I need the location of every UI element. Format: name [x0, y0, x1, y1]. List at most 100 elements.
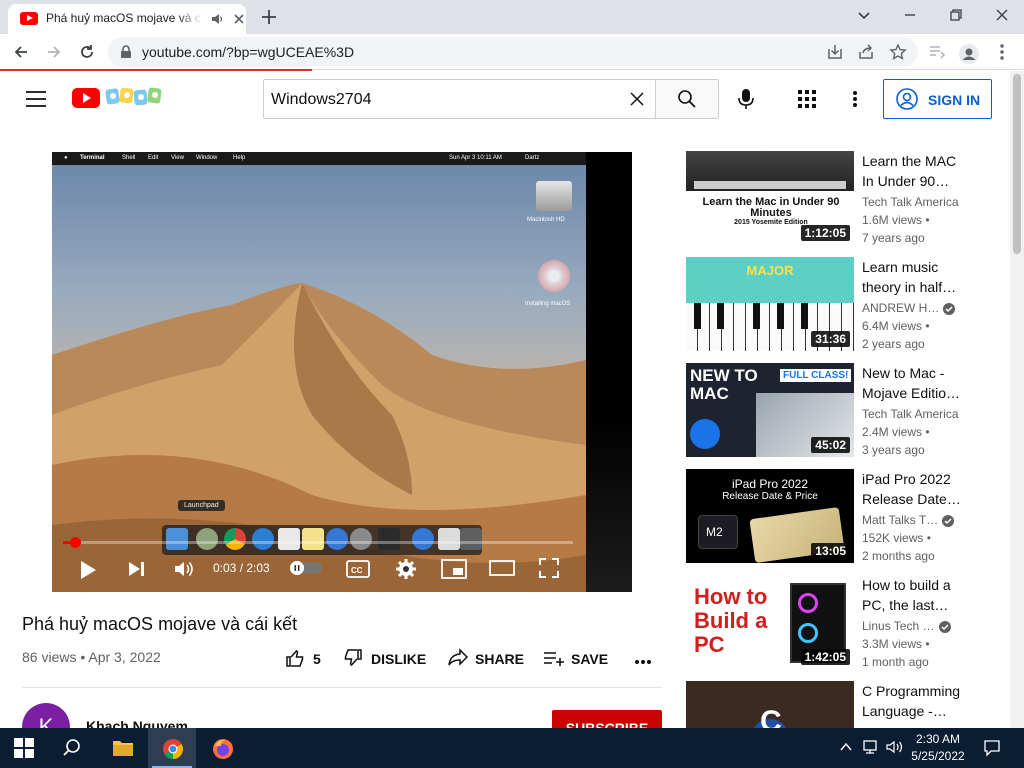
voice-search-icon[interactable] — [737, 88, 755, 110]
browser-toolbar: youtube.com/?bp=wgUCEAE%3D — [0, 34, 1024, 70]
installer-disk-icon — [538, 260, 570, 292]
recommended-title[interactable]: Learn music theory in half… — [862, 257, 962, 297]
recommended-video[interactable]: How to Build a PC 1:42:05 How to build a… — [686, 575, 966, 675]
mac-menu-item: Terminal — [80, 155, 105, 161]
youtube-logo-icon[interactable] — [72, 88, 100, 108]
dislike-label: DISLIKE — [371, 651, 427, 667]
video-thumbnail[interactable]: NEW TO MAC FULL CLASS! 45:02 — [686, 363, 854, 457]
video-thumbnail[interactable]: C — [686, 681, 854, 728]
page-scrollbar[interactable] — [1010, 71, 1024, 728]
recommended-channel-row[interactable]: ANDREW H… — [862, 301, 956, 315]
settings-gear-icon[interactable] — [395, 558, 417, 580]
browser-tab[interactable]: Phá huỷ macOS mojave và cái kết — [8, 4, 246, 34]
video-thumbnail[interactable]: Learn the Mac in Under 90 Minutes 2015 Y… — [686, 151, 854, 245]
network-icon[interactable] — [862, 739, 880, 755]
play-icon[interactable] — [79, 560, 97, 580]
video-duration: 31:36 — [811, 331, 850, 347]
volume-icon[interactable] — [173, 559, 195, 579]
recommended-video[interactable]: C C Programming Language -… — [686, 681, 966, 728]
recommended-video[interactable]: iPad Pro 2022 Release Date & Price M2 13… — [686, 469, 966, 569]
calendar-icon — [278, 528, 300, 550]
share-page-icon[interactable] — [857, 43, 875, 61]
recommended-title[interactable]: C Programming Language -… — [862, 681, 962, 721]
search-icon — [63, 739, 80, 756]
recommended-title[interactable]: New to Mac - Mojave Editio… — [862, 363, 962, 403]
youtube-doodle-icon[interactable] — [104, 85, 166, 109]
miniplayer-icon[interactable] — [441, 559, 467, 579]
notifications-icon[interactable] — [983, 739, 1001, 757]
autoplay-toggle-icon[interactable] — [290, 561, 322, 575]
video-thumbnail[interactable]: iPad Pro 2022 Release Date & Price M2 13… — [686, 469, 854, 563]
taskbar-firefox[interactable] — [198, 728, 246, 768]
video-thumbnail[interactable]: How to Build a PC 1:42:05 — [686, 575, 854, 669]
chrome-menu-icon[interactable] — [994, 43, 1010, 61]
new-tab-icon[interactable] — [259, 7, 279, 27]
speaker-icon[interactable] — [210, 12, 224, 26]
back-arrow-icon[interactable] — [12, 43, 30, 61]
recommended-age: 2 months ago — [862, 549, 935, 563]
hamburger-menu-icon[interactable] — [26, 91, 46, 107]
reading-list-icon[interactable] — [928, 43, 946, 61]
sign-in-button[interactable]: SIGN IN — [883, 79, 992, 119]
mac-clock: Sun Apr 3 10:11 AM — [449, 155, 502, 161]
start-button[interactable] — [0, 728, 48, 768]
video-thumbnail[interactable]: MAJOR 31:36 — [686, 257, 854, 351]
address-bar[interactable]: youtube.com/?bp=wgUCEAE%3D — [108, 37, 918, 67]
recommended-video[interactable]: NEW TO MAC FULL CLASS! 45:02 New to Mac … — [686, 363, 966, 463]
clear-search-icon[interactable] — [629, 91, 645, 107]
recommended-title[interactable]: Learn the MAC In Under 90… — [862, 151, 962, 191]
recommended-channel-row[interactable]: Linus Tech … — [862, 619, 951, 633]
close-window-icon[interactable] — [994, 7, 1010, 23]
browser-tabstrip: Phá huỷ macOS mojave và cái kết — [0, 0, 1024, 34]
recommended-channel-row[interactable]: Matt Talks T… — [862, 513, 955, 527]
chrome-dock-icon — [224, 528, 246, 550]
recommended-video[interactable]: Learn the Mac in Under 90 Minutes 2015 Y… — [686, 151, 966, 251]
fullscreen-icon[interactable] — [539, 558, 559, 578]
search-input[interactable]: Windows2704 — [263, 79, 656, 119]
recommended-title[interactable]: iPad Pro 2022 Release Date… — [862, 469, 962, 509]
tray-clock-time[interactable]: 2:30 AM — [906, 732, 970, 746]
forward-arrow-icon[interactable] — [45, 43, 63, 61]
volume-tray-icon[interactable] — [886, 739, 904, 755]
profile-icon[interactable] — [958, 43, 980, 65]
close-tab-icon[interactable] — [232, 12, 246, 26]
recommended-channel[interactable]: Tech Talk America — [862, 195, 959, 209]
section-divider — [22, 687, 662, 688]
restore-icon[interactable] — [948, 7, 964, 23]
taskbar-search-button[interactable] — [48, 728, 96, 768]
apps-grid-icon[interactable] — [798, 90, 816, 108]
settings-more-icon[interactable] — [852, 90, 858, 108]
tab-search-icon[interactable] — [856, 7, 872, 23]
finder-icon — [166, 528, 188, 550]
recommended-channel[interactable]: Tech Talk America — [862, 407, 959, 421]
recommended-views: 3.3M views • — [862, 637, 930, 651]
youtube-favicon-icon — [20, 12, 38, 25]
bookmark-star-icon[interactable] — [889, 43, 907, 61]
tray-overflow-chevron-icon[interactable] — [840, 742, 852, 752]
scrollbar-thumb[interactable] — [1013, 74, 1021, 254]
theater-mode-icon[interactable] — [489, 560, 515, 576]
reload-icon[interactable] — [78, 43, 96, 61]
more-actions-icon[interactable] — [634, 659, 652, 665]
search-button[interactable] — [655, 79, 719, 119]
lock-icon[interactable] — [120, 45, 132, 59]
tray-clock-date[interactable]: 5/25/2022 — [906, 749, 970, 763]
search-query-text: Windows2704 — [271, 91, 372, 108]
video-timecode: 0:03 / 2:03 — [213, 561, 270, 575]
recommended-video[interactable]: MAJOR 31:36 Learn music theory in half… … — [686, 257, 966, 357]
recommended-channel: ANDREW H… — [862, 301, 940, 315]
minimize-icon[interactable] — [902, 7, 918, 23]
video-progress-bar[interactable] — [63, 537, 573, 548]
next-icon[interactable] — [127, 560, 145, 578]
recommended-title[interactable]: How to build a PC, the last… — [862, 575, 962, 615]
video-player[interactable]: Macintosh HD Installing macOS ● Terminal… — [52, 152, 632, 592]
install-app-icon[interactable] — [826, 43, 844, 61]
windows-logo-icon — [14, 738, 34, 758]
taskbar-file-explorer[interactable] — [98, 728, 146, 768]
thumbnail-text: How to Build a PC — [694, 584, 768, 657]
captions-icon[interactable]: CC — [346, 560, 370, 578]
taskbar-chrome[interactable] — [148, 728, 196, 768]
progress-scrubber-handle[interactable] — [70, 537, 81, 548]
recommended-views: 152K views • — [862, 531, 931, 545]
mac-menu-item: View — [171, 155, 184, 161]
